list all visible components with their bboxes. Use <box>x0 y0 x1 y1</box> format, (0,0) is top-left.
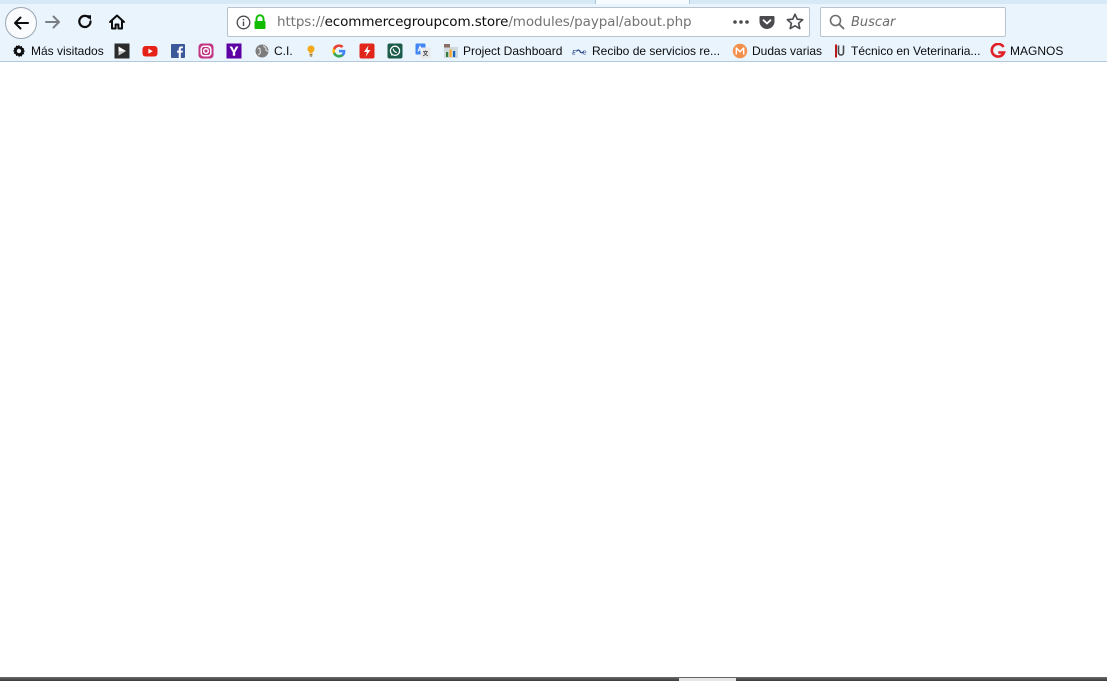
home-button[interactable] <box>102 7 132 37</box>
flash-icon <box>359 43 375 59</box>
reload-icon <box>78 14 92 29</box>
home-icon <box>109 14 125 30</box>
forward-button[interactable] <box>38 7 68 37</box>
info-icon[interactable] <box>236 15 251 30</box>
bookmark-translate[interactable] <box>415 42 431 60</box>
bookmark-mas-visitados[interactable]: Más visitados <box>11 42 104 60</box>
bookmark-label: Más visitados <box>31 44 104 58</box>
address-bar[interactable]: https://ecommercegroupcom.store/modules/… <box>227 7 810 37</box>
bookmark-whatsapp[interactable] <box>387 42 403 60</box>
u-logo-icon <box>831 43 847 59</box>
globe-icon <box>254 43 270 59</box>
bookmark-magnos[interactable]: MAGNOS <box>990 42 1063 60</box>
arrow-left-icon <box>14 16 29 30</box>
bookmark-label: Recibo de servicios re... <box>592 44 721 58</box>
bookmark-label: Project Dashboard <box>463 44 563 58</box>
url-scheme: https:// <box>277 14 325 30</box>
bookmark-yahoo[interactable] <box>226 42 242 60</box>
g-logo-icon <box>990 43 1006 59</box>
facebook-icon <box>170 43 186 59</box>
search-input[interactable] <box>851 12 1001 32</box>
url-host: ecommercegroupcom.store <box>324 14 509 30</box>
svg-text:ᴇ: ᴇ <box>572 48 576 57</box>
bookmark-star-icon[interactable] <box>785 12 805 32</box>
page-content <box>0 63 1107 677</box>
bookmark-project-dashboard[interactable]: Project Dashboard <box>443 42 562 60</box>
bookmark-flash[interactable] <box>359 42 375 60</box>
back-button[interactable] <box>5 7 37 39</box>
reload-button[interactable] <box>70 7 100 37</box>
gear-icon <box>11 43 27 59</box>
search-icon <box>829 14 845 30</box>
navigation-toolbar: https://ecommercegroupcom.store/modules/… <box>0 4 1107 40</box>
bookmark-youtube[interactable] <box>142 42 158 60</box>
lock-icon[interactable] <box>253 14 267 30</box>
url-text[interactable]: https://ecommercegroupcom.store/modules/… <box>277 14 692 30</box>
pocket-icon[interactable] <box>758 13 776 31</box>
play-icon <box>114 43 130 59</box>
svg-text:e: e <box>582 48 586 57</box>
bookmarks-toolbar: Más visitados C.I. Project Dashboard ᴇe … <box>0 40 1107 62</box>
whatsapp-icon <box>387 43 403 59</box>
bulb-icon <box>303 43 319 59</box>
url-path: /modules/paypal/about.php <box>508 14 692 30</box>
bookmark-bulb[interactable] <box>303 42 319 60</box>
bookmark-recibo[interactable]: ᴇe Recibo de servicios re... <box>572 42 720 60</box>
bookmark-google[interactable] <box>331 42 347 60</box>
bookmark-dudas-varias[interactable]: Dudas varias <box>732 42 822 60</box>
youtube-icon <box>142 43 158 59</box>
m-circle-icon <box>732 43 748 59</box>
bookmark-label: Dudas varias <box>752 44 823 58</box>
arrow-right-icon <box>45 15 60 29</box>
receipt-icon: ᴇe <box>572 43 588 59</box>
bookmark-label: MAGNOS <box>1010 44 1064 58</box>
yahoo-icon <box>226 43 242 59</box>
bookmark-ci[interactable]: C.I. <box>254 42 293 60</box>
bookmark-label: C.I. <box>274 44 293 58</box>
bookmark-play[interactable] <box>114 42 130 60</box>
translate-icon <box>415 43 431 59</box>
bookmark-facebook[interactable] <box>170 42 186 60</box>
bookmark-instagram[interactable] <box>198 42 214 60</box>
instagram-icon <box>198 43 214 59</box>
dashboard-icon <box>443 43 459 59</box>
bookmark-tecnico-veterinaria[interactable]: Técnico en Veterinaria... <box>831 42 980 60</box>
more-actions-icon[interactable] <box>731 13 751 31</box>
google-icon <box>331 43 347 59</box>
bookmark-label: Técnico en Veterinaria... <box>851 44 981 58</box>
search-bar[interactable] <box>820 7 1006 37</box>
taskbar-edge <box>0 677 1107 681</box>
